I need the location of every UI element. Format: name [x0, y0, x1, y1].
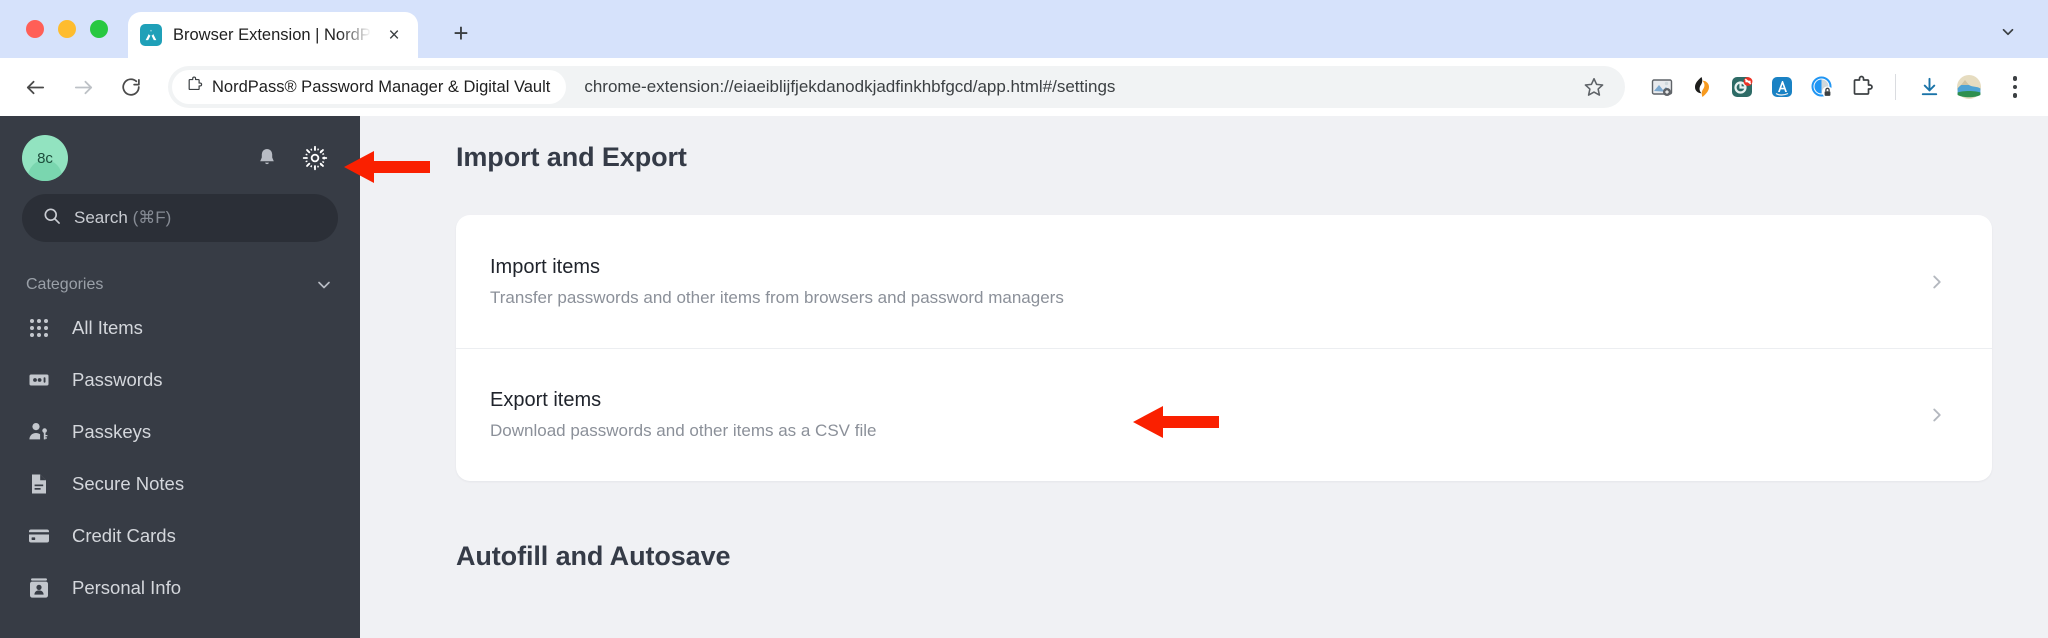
close-window-button[interactable]: [26, 20, 44, 38]
screenshot-extension-icon[interactable]: [1647, 72, 1677, 102]
import-items-title: Import items: [490, 255, 601, 278]
import-export-card: Import items Transfer passwords and othe…: [456, 215, 1992, 481]
sidebar-item-credit-cards[interactable]: Credit Cards: [22, 510, 338, 562]
extensions-puzzle-icon[interactable]: [1847, 72, 1877, 102]
page-body: 8c Search (⌘F) Categories All Items Pass…: [0, 116, 2048, 638]
forward-arrow-icon[interactable]: [62, 66, 104, 108]
settings-content: Import and Export Import items Transfer …: [360, 116, 2048, 638]
categories-label: Categories: [26, 276, 104, 293]
password-card-icon: [26, 367, 52, 393]
extension-origin-label: NordPass® Password Manager & Digital Vau…: [212, 77, 551, 96]
maximize-window-button[interactable]: [90, 20, 108, 38]
export-items-text: Export items Download passwords and othe…: [490, 389, 1926, 441]
import-items-text: Import items Transfer passwords and othe…: [490, 256, 1926, 308]
address-bar[interactable]: NordPass® Password Manager & Digital Vau…: [168, 66, 1625, 108]
new-tab-button[interactable]: +: [444, 16, 478, 50]
sidebar-item-all-items[interactable]: All Items: [22, 302, 338, 354]
sidebar-item-label: Credit Cards: [72, 525, 176, 546]
sidebar-item-label: All Items: [72, 317, 143, 338]
sidebar-item-label: Personal Info: [72, 577, 182, 598]
reload-icon[interactable]: [110, 66, 152, 108]
categories-header[interactable]: Categories: [22, 268, 338, 302]
extension-puzzle-icon: [186, 76, 203, 98]
adblock-extension-icon[interactable]: [1727, 72, 1757, 102]
note-document-icon: [26, 471, 52, 497]
privacy-lock-extension-icon[interactable]: [1807, 72, 1837, 102]
sidebar-item-passkeys[interactable]: Passkeys: [22, 406, 338, 458]
import-items-row[interactable]: Import items Transfer passwords and othe…: [456, 215, 1992, 348]
toolbar-divider: [1895, 74, 1896, 100]
chevron-right-icon[interactable]: [1926, 404, 1948, 426]
extension-origin-chip[interactable]: NordPass® Password Manager & Digital Vau…: [172, 70, 567, 104]
chevron-right-icon[interactable]: [1926, 271, 1948, 293]
tab-strip: Browser Extension | NordPass × +: [0, 0, 2048, 58]
sidebar-item-label: Secure Notes: [72, 473, 185, 494]
avatar-initials: 8c: [37, 149, 53, 167]
sidebar-item-passwords[interactable]: Passwords: [22, 354, 338, 406]
browser-window: Browser Extension | NordPass × +: [0, 0, 2048, 638]
kebab-menu-icon[interactable]: [2000, 70, 2030, 104]
export-items-title: Export items: [490, 389, 602, 411]
minimize-window-button[interactable]: [58, 20, 76, 38]
grammar-extension-icon[interactable]: [1767, 72, 1797, 102]
search-icon: [42, 206, 62, 231]
back-arrow-icon[interactable]: [14, 66, 56, 108]
sidebar-item-personal-info[interactable]: Personal Info: [22, 562, 338, 614]
sidebar-item-secure-notes[interactable]: Secure Notes: [22, 458, 338, 510]
grid-dots-icon: [26, 315, 52, 341]
honey-extension-icon[interactable]: [1687, 72, 1717, 102]
browser-toolbar: NordPass® Password Manager & Digital Vau…: [0, 58, 2048, 116]
sidebar-item-label: Passkeys: [72, 421, 152, 442]
url-text: chrome-extension://eiaeiblijfjekdanodkja…: [584, 77, 1116, 96]
tab-search-chevron-icon[interactable]: [1992, 16, 2024, 48]
search-input[interactable]: Search (⌘F): [22, 194, 338, 242]
bell-icon[interactable]: [252, 143, 282, 173]
gear-icon[interactable]: [300, 143, 330, 173]
download-icon[interactable]: [1914, 72, 1944, 102]
chevron-down-icon[interactable]: [314, 275, 334, 295]
window-traffic-lights: [26, 20, 108, 38]
id-card-icon: [26, 575, 52, 601]
sidebar: 8c Search (⌘F) Categories All Items Pass…: [0, 116, 360, 638]
browser-tab[interactable]: Browser Extension | NordPass ×: [128, 12, 418, 58]
sidebar-header: 8c: [22, 116, 338, 188]
tab-title: Browser Extension | NordPass: [173, 25, 371, 44]
sidebar-header-actions: [252, 143, 338, 173]
export-items-row[interactable]: Export items Download passwords and othe…: [456, 348, 1992, 481]
person-key-icon: [26, 419, 52, 445]
search-placeholder: Search (⌘F): [74, 208, 172, 227]
profile-avatar-icon[interactable]: [1954, 72, 1984, 102]
search-shortcut: (⌘F): [132, 208, 172, 227]
close-tab-button[interactable]: ×: [382, 23, 406, 47]
star-icon[interactable]: [1577, 70, 1611, 104]
credit-card-icon: [26, 523, 52, 549]
export-items-subtitle: Download passwords and other items as a …: [490, 421, 877, 440]
autofill-autosave-title: Autofill and Autosave: [456, 541, 731, 571]
avatar[interactable]: 8c: [22, 135, 68, 181]
page-title: Import and Export: [456, 142, 687, 172]
import-items-subtitle: Transfer passwords and other items from …: [490, 287, 1064, 307]
extensions-tray: [1635, 70, 2030, 104]
nordpass-logo-icon: [140, 24, 162, 46]
sidebar-item-label: Passwords: [72, 369, 163, 390]
